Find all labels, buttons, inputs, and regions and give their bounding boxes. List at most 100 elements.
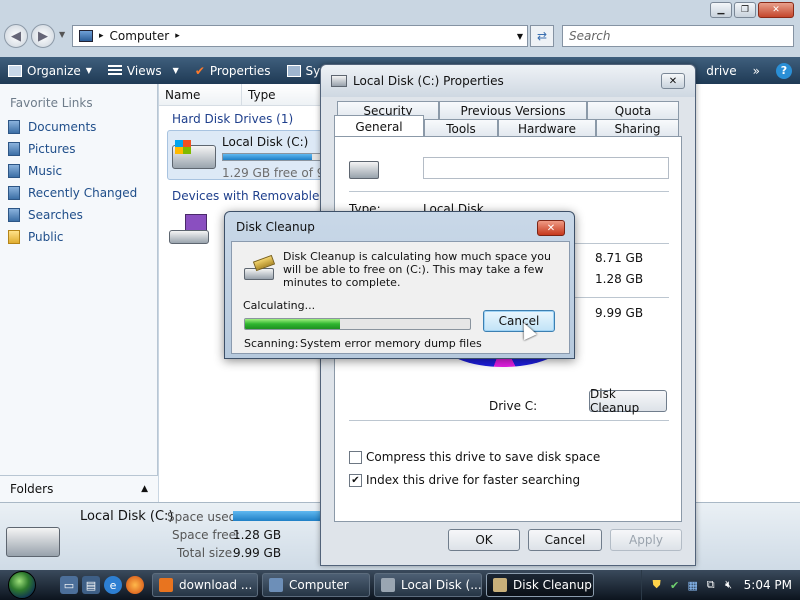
taskbar-item-computer[interactable]: Computer bbox=[262, 573, 370, 597]
computer-icon bbox=[79, 30, 93, 42]
breadcrumb-separator-icon: ▸ bbox=[175, 31, 180, 41]
compress-checkbox-row[interactable]: Compress this drive to save disk space bbox=[349, 450, 600, 464]
index-checkbox-row[interactable]: ✔ Index this drive for faster searching bbox=[349, 473, 580, 487]
disk-cleanup-icon bbox=[244, 254, 278, 282]
scanning-label: Scanning: bbox=[244, 337, 299, 350]
folder-icon bbox=[8, 230, 20, 244]
drive-icon bbox=[331, 75, 347, 87]
network-icon[interactable]: ⧉ bbox=[704, 578, 718, 592]
organize-button[interactable]: Organize ▼ bbox=[0, 57, 100, 84]
nav-item-recently-changed[interactable]: Recently Changed bbox=[0, 182, 157, 204]
taskbar-item-disk-cleanup[interactable]: Disk Cleanup bbox=[486, 573, 594, 597]
cleanup-titlebar[interactable]: Disk Cleanup bbox=[225, 212, 574, 242]
properties-title: Local Disk (C:) Properties bbox=[353, 74, 504, 88]
nav-item-music[interactable]: Music bbox=[0, 160, 157, 182]
drive-label: Drive C: bbox=[489, 399, 538, 413]
nav-item-label: Searches bbox=[28, 208, 83, 222]
tab-sharing[interactable]: Sharing bbox=[596, 119, 679, 137]
index-checkbox[interactable]: ✔ bbox=[349, 473, 362, 487]
close-button[interactable]: ✕ bbox=[758, 2, 794, 18]
nav-item-searches[interactable]: Searches bbox=[0, 204, 157, 226]
breadcrumb-computer[interactable]: Computer bbox=[110, 29, 170, 43]
tab-general[interactable]: General bbox=[334, 115, 424, 137]
local-disk-name: Local Disk (C:) bbox=[222, 135, 309, 149]
window-controls: ▁ ❐ ✕ bbox=[710, 2, 794, 18]
apply-button[interactable]: Apply bbox=[610, 529, 682, 551]
switch-windows-icon[interactable]: ▤ bbox=[82, 576, 100, 594]
space-used-bar bbox=[233, 511, 320, 521]
update-icon[interactable]: ✔ bbox=[668, 578, 682, 592]
properties-close-button[interactable]: ✕ bbox=[661, 73, 685, 89]
documents-icon bbox=[8, 120, 20, 134]
volume-label-input[interactable] bbox=[423, 157, 669, 179]
separator bbox=[349, 420, 669, 421]
address-bar[interactable]: ▸ Computer ▸ ▼ bbox=[72, 25, 528, 47]
search-input[interactable]: Search bbox=[562, 25, 794, 47]
column-type-label: Type bbox=[248, 87, 276, 102]
compress-label: Compress this drive to save disk space bbox=[366, 450, 601, 464]
chevron-up-icon: ▲ bbox=[141, 484, 148, 494]
tab-previous-versions[interactable]: Previous Versions bbox=[439, 101, 587, 119]
tab-quota[interactable]: Quota bbox=[587, 101, 679, 119]
tab-tools[interactable]: Tools bbox=[424, 119, 498, 137]
volume-muted-icon[interactable]: 🔇︎ bbox=[722, 578, 736, 592]
more-commands-button[interactable]: » bbox=[745, 57, 768, 84]
nav-item-label: Documents bbox=[28, 120, 97, 134]
group-header-removable[interactable]: Devices with Removable Sto bbox=[172, 189, 343, 203]
computer-icon bbox=[269, 578, 283, 592]
separator bbox=[349, 191, 669, 192]
taskbar-item-label: Local Disk (... bbox=[401, 578, 482, 592]
forward-button[interactable]: ▶ bbox=[31, 24, 55, 48]
disk-cleanup-button[interactable]: Disk Cleanup bbox=[589, 387, 667, 415]
security-shield-icon[interactable]: ⛊ bbox=[650, 578, 664, 592]
firefox-icon[interactable] bbox=[126, 576, 144, 594]
column-header-type[interactable]: Type bbox=[241, 84, 323, 106]
nav-item-pictures[interactable]: Pictures bbox=[0, 138, 157, 160]
refresh-button[interactable]: ⇄ bbox=[530, 25, 554, 47]
ok-button[interactable]: OK bbox=[448, 529, 520, 551]
progress-bar-fill bbox=[245, 319, 340, 329]
column-header-name[interactable]: Name bbox=[159, 84, 241, 106]
hard-drive-icon bbox=[172, 140, 216, 169]
refresh-icon: ⇄ bbox=[536, 29, 548, 43]
total-size-value: 9.99 GB bbox=[233, 546, 282, 560]
drive-icon bbox=[381, 578, 395, 592]
quick-launch: ▭ ▤ e bbox=[44, 576, 152, 594]
tab-hardware[interactable]: Hardware bbox=[498, 119, 596, 137]
address-dropdown-icon[interactable]: ▼ bbox=[517, 32, 523, 41]
grid-icon[interactable]: ▦ bbox=[686, 578, 700, 592]
properties-button[interactable]: ✔ Properties bbox=[187, 57, 279, 84]
space-free-value: 1.28 GB bbox=[233, 528, 282, 542]
nav-item-documents[interactable]: Documents bbox=[0, 116, 157, 138]
drive-label: drive bbox=[706, 63, 737, 78]
back-button[interactable]: ◀ bbox=[4, 24, 28, 48]
cleanup-body: Disk Cleanup is calculating how much spa… bbox=[231, 241, 570, 354]
minimize-button[interactable]: ▁ bbox=[710, 2, 732, 18]
close-icon: ✕ bbox=[668, 75, 678, 87]
progress-bar bbox=[244, 318, 471, 330]
taskbar-item-local-disk[interactable]: Local Disk (... bbox=[374, 573, 482, 597]
history-dropdown-icon[interactable]: ▼ bbox=[59, 30, 65, 39]
cleanup-close-button[interactable]: ✕ bbox=[537, 220, 565, 236]
compress-checkbox[interactable] bbox=[349, 450, 362, 464]
chevron-down-icon: ▼ bbox=[85, 66, 92, 75]
clock[interactable]: 5:04 PM bbox=[744, 578, 792, 592]
floppy-drive-icon[interactable] bbox=[169, 214, 209, 250]
show-desktop-icon[interactable]: ▭ bbox=[60, 576, 78, 594]
start-button[interactable] bbox=[0, 570, 44, 600]
internet-explorer-icon[interactable]: e bbox=[104, 576, 122, 594]
total-size-label: Total size: bbox=[177, 546, 237, 560]
properties-titlebar[interactable]: Local Disk (C:) Properties bbox=[321, 65, 695, 97]
help-button[interactable]: ? bbox=[768, 57, 800, 84]
organize-label: Organize bbox=[27, 63, 81, 78]
local-disk-item[interactable]: Local Disk (C:) 1.29 GB free of 9.99 bbox=[167, 130, 327, 180]
views-button[interactable]: Views ▼ bbox=[100, 57, 187, 84]
taskbar-item-download[interactable]: download ... bbox=[152, 573, 258, 597]
maximize-button[interactable]: ❐ bbox=[734, 2, 756, 18]
cancel-button[interactable]: Cancel bbox=[528, 529, 602, 551]
map-drive-button[interactable]: drive bbox=[698, 57, 744, 84]
group-header-hard-disks[interactable]: Hard Disk Drives (1) bbox=[172, 112, 293, 126]
usage-bar bbox=[222, 153, 326, 161]
nav-item-public[interactable]: Public bbox=[0, 226, 157, 248]
folders-toggle[interactable]: Folders ▲ bbox=[0, 475, 158, 502]
